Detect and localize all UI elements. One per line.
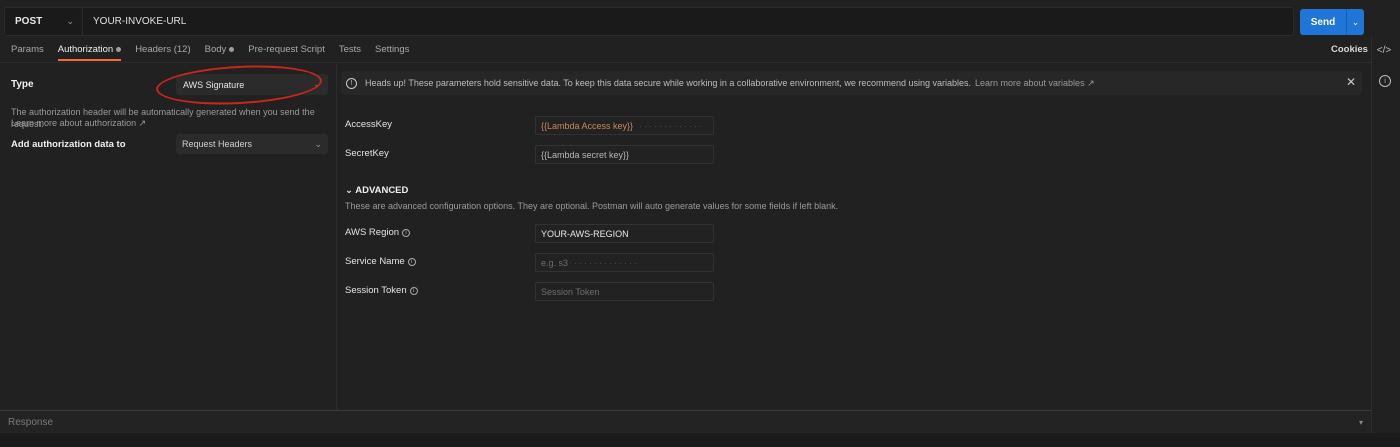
response-panel-header[interactable]: Response ▾	[0, 411, 1371, 433]
aws-region-value: YOUR-AWS-REGION	[541, 228, 629, 239]
divider	[0, 62, 1371, 63]
type-label: Type	[11, 79, 34, 90]
response-label: Response	[8, 416, 54, 428]
auth-type-select[interactable]: AWS Signature ⌄	[176, 74, 328, 95]
tab-settings[interactable]: Settings	[375, 40, 409, 61]
chevron-down-icon: ⌄	[66, 16, 74, 26]
tab-pre-request-script[interactable]: Pre-request Script	[248, 40, 325, 61]
url-input[interactable]: YOUR-INVOKE-URL	[83, 16, 186, 27]
aws-region-field[interactable]: YOUR-AWS-REGION	[535, 224, 714, 243]
code-icon[interactable]: </>	[1376, 42, 1392, 58]
tab-body[interactable]: Body	[205, 40, 235, 61]
masked-dots: ·············	[574, 257, 639, 268]
cookies-link[interactable]: Cookies	[1331, 44, 1368, 55]
add-to-value: Request Headers	[182, 139, 253, 149]
request-bar: POST ⌄ YOUR-INVOKE-URL	[4, 7, 1294, 36]
info-icon[interactable]: i	[1379, 75, 1391, 87]
info-icon[interactable]: i	[407, 257, 416, 266]
auth-type-value: AWS Signature	[183, 79, 245, 90]
session-token-label: Session Token i	[345, 285, 418, 296]
chevron-down-icon[interactable]: ⌄	[1346, 9, 1364, 35]
access-key-label: AccessKey	[345, 119, 392, 130]
service-name-label: Service Name i	[345, 256, 416, 267]
sensitive-data-banner: ! Heads up! These parameters hold sensit…	[341, 71, 1362, 95]
divider	[1371, 36, 1372, 447]
chevron-down-icon[interactable]: ▾	[1359, 418, 1363, 427]
send-button[interactable]: Send ⌄	[1300, 9, 1364, 35]
close-icon[interactable]: ✕	[1346, 75, 1356, 89]
secret-key-value: {{Lambda secret key}}	[541, 149, 630, 160]
masked-dots: ·············	[639, 120, 705, 131]
tab-params[interactable]: Params	[11, 40, 44, 61]
banner-text: Heads up! These parameters hold sensitiv…	[365, 78, 971, 88]
tab-tests[interactable]: Tests	[339, 40, 361, 61]
method-label: POST	[15, 16, 43, 27]
tab-authorization[interactable]: Authorization	[57, 40, 122, 61]
chevron-down-icon: ⌄	[345, 185, 356, 196]
request-tabs: Params Authorization Headers (12) Body P…	[0, 40, 412, 62]
modified-dot-icon	[229, 46, 235, 52]
add-to-select[interactable]: Request Headers ⌄	[176, 134, 328, 154]
info-icon[interactable]: i	[402, 228, 411, 237]
divider	[336, 62, 337, 411]
chevron-down-icon: ⌄	[314, 138, 322, 149]
tab-headers[interactable]: Headers (12)	[135, 40, 190, 61]
access-key-value: {{Lambda Access key}}	[541, 120, 634, 131]
aws-region-label: AWS Region i	[345, 227, 411, 238]
secret-key-field[interactable]: {{Lambda secret key}}	[535, 145, 714, 164]
learn-more-variables-link[interactable]: Learn more about variables ↗	[975, 78, 1095, 89]
modified-dot-icon	[116, 46, 122, 52]
advanced-description: These are advanced configuration options…	[345, 201, 839, 211]
chevron-down-icon: ⌄	[313, 79, 321, 89]
info-icon[interactable]: i	[409, 286, 418, 295]
session-token-placeholder: Session Token	[541, 286, 600, 297]
service-name-placeholder: e.g. s3	[541, 257, 569, 268]
service-name-field[interactable]: e.g. s3 ·············	[535, 253, 714, 272]
access-key-field[interactable]: {{Lambda Access key}} ·············	[535, 116, 714, 135]
add-to-label: Add authorization data to	[11, 139, 126, 150]
advanced-toggle[interactable]: ⌄ ADVANCED	[345, 185, 408, 196]
method-select[interactable]: POST ⌄	[5, 8, 83, 35]
status-bar	[0, 433, 1400, 447]
secret-key-label: SecretKey	[345, 148, 389, 159]
info-icon: !	[346, 77, 357, 89]
send-label: Send	[1310, 16, 1336, 28]
learn-more-authorization-link[interactable]: Learn more about authorization ↗	[11, 118, 146, 129]
session-token-field[interactable]: Session Token	[535, 282, 714, 301]
